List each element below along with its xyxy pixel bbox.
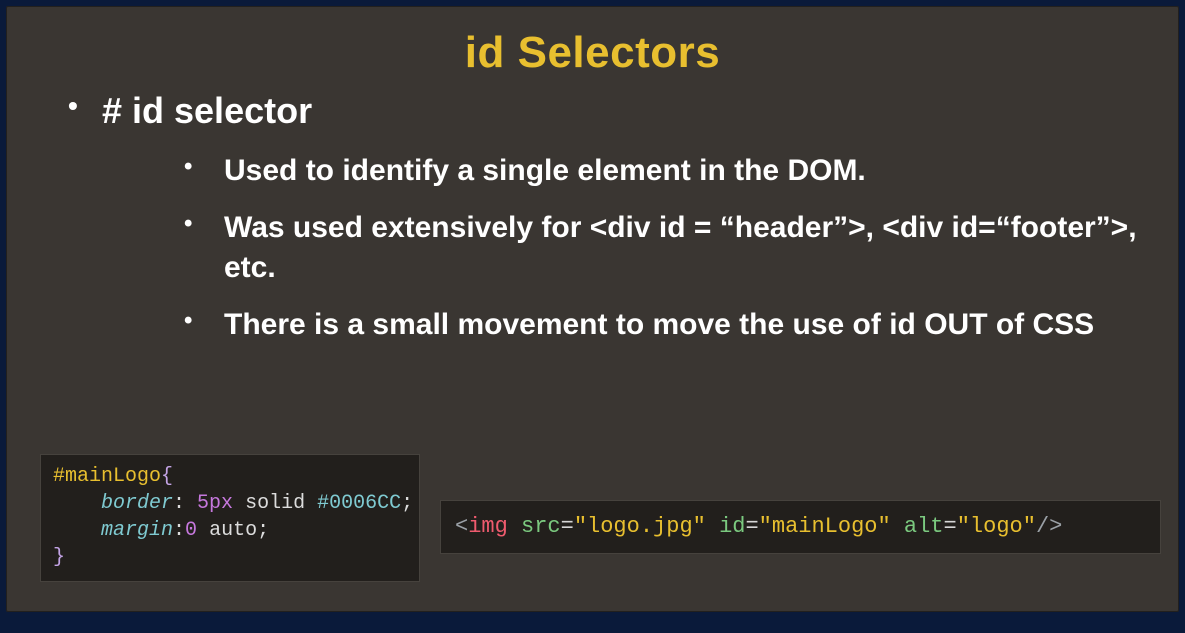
css-colon: : [173, 492, 197, 515]
css-semi: ; [401, 492, 413, 515]
css-val-hex: #0006CC [317, 492, 401, 515]
html-tag-img: img [468, 514, 508, 539]
bullet-list-inner: Used to identify a single element in the… [102, 151, 1139, 345]
css-val-auto: auto [197, 519, 257, 542]
slide-wrapper: id Selectors # id selector Used to ident… [0, 0, 1185, 633]
html-eq: = [944, 514, 957, 539]
space [508, 514, 521, 539]
sub-bullet: Used to identify a single element in the… [184, 151, 1139, 192]
css-brace-open: { [161, 465, 173, 488]
bullet-main-text: # id selector [102, 90, 312, 131]
code-row: #mainLogo{ border: 5px solid #0006CC; ma… [40, 454, 1161, 582]
sub-bullet: Was used extensively for <div id = “head… [184, 208, 1139, 289]
html-val-src: "logo.jpg" [574, 514, 706, 539]
css-brace-close: } [53, 546, 65, 569]
css-val-solid: solid [233, 492, 317, 515]
code-block-html: <img src="logo.jpg" id="mainLogo" alt="l… [440, 500, 1161, 555]
space [891, 514, 904, 539]
bullet-main: # id selector Used to identify a single … [68, 88, 1139, 345]
html-attr-src: src [521, 514, 561, 539]
css-selector: #mainLogo [53, 465, 161, 488]
css-prop-margin: margin [101, 519, 173, 542]
sub-bullet: There is a small movement to move the us… [184, 305, 1139, 346]
css-val-zero: 0 [185, 519, 197, 542]
space [706, 514, 719, 539]
css-colon: : [173, 519, 185, 542]
bullet-list-outer: # id selector Used to identify a single … [6, 88, 1179, 345]
html-val-alt: "logo" [957, 514, 1036, 539]
html-open-bracket: < [455, 514, 468, 539]
html-attr-id: id [719, 514, 745, 539]
slide-title: id Selectors [6, 6, 1179, 78]
css-prop-border: border [101, 492, 173, 515]
html-val-id: "mainLogo" [759, 514, 891, 539]
html-eq: = [745, 514, 758, 539]
slide: id Selectors # id selector Used to ident… [6, 6, 1179, 612]
css-semi: ; [257, 519, 269, 542]
html-attr-alt: alt [904, 514, 944, 539]
html-eq: = [561, 514, 574, 539]
html-close-bracket: /> [1036, 514, 1062, 539]
code-block-css: #mainLogo{ border: 5px solid #0006CC; ma… [40, 454, 420, 582]
css-val-5px: 5px [197, 492, 233, 515]
